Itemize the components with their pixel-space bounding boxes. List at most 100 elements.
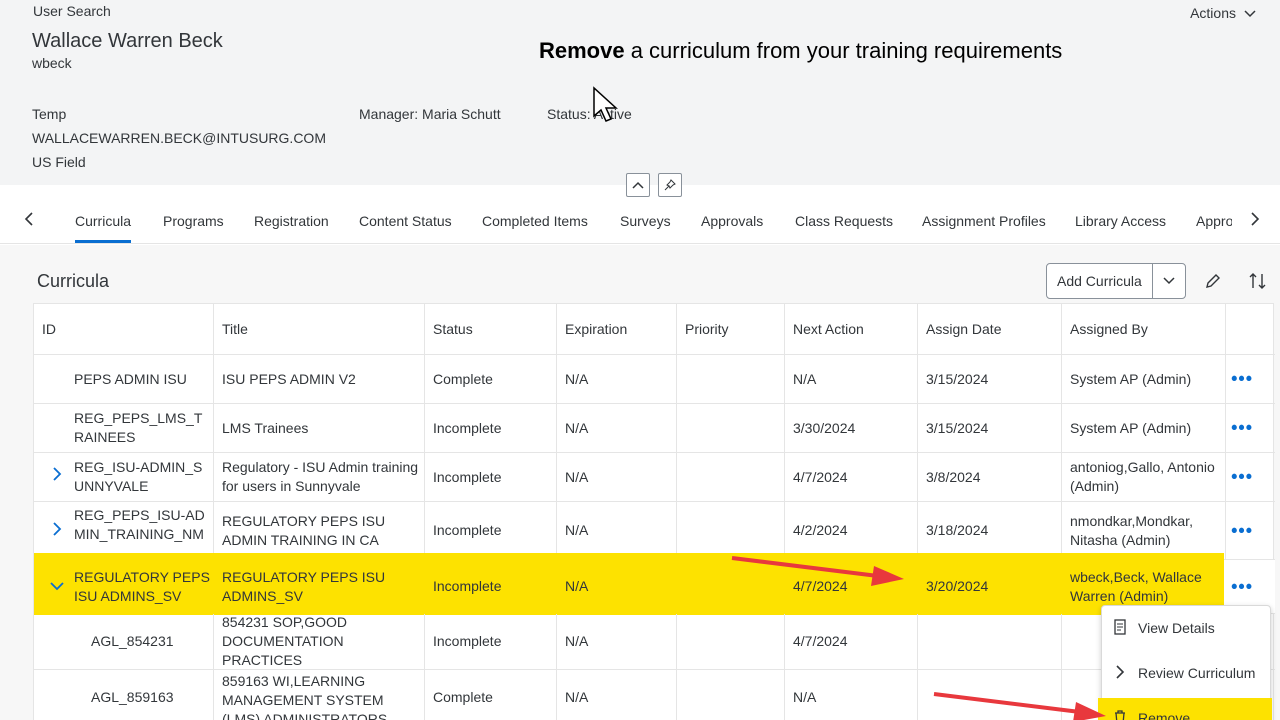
cell-title: REGULATORY PEPS ISU ADMINS_SV bbox=[222, 568, 386, 604]
tab-assignment-profiles[interactable]: Assignment Profiles bbox=[922, 213, 1046, 229]
table-row[interactable]: AGL_854231 854231 SOP,GOOD DOCUMENTATION… bbox=[34, 614, 1275, 670]
tab-scroll-right-icon[interactable] bbox=[1250, 210, 1260, 231]
row-action-menu: View Details Review Curriculum Remove bbox=[1098, 605, 1272, 720]
tab-library-access[interactable]: Library Access bbox=[1075, 213, 1166, 229]
cell-status: Incomplete bbox=[425, 404, 557, 452]
tab-programs[interactable]: Programs bbox=[163, 213, 224, 229]
cell-title: REGULATORY PEPS ISU ADMIN TRAINING IN CA bbox=[214, 502, 425, 559]
cell-expiration: N/A bbox=[557, 453, 677, 501]
menu-item-remove[interactable]: Remove bbox=[1098, 698, 1272, 720]
manager: Manager: Maria Schutt bbox=[359, 106, 501, 122]
cell-id: REGULATORY PEPS ISU ADMINS_SV bbox=[74, 568, 210, 604]
menu-item-view-details[interactable]: View Details bbox=[1102, 608, 1272, 648]
tab-class-requests[interactable]: Class Requests bbox=[795, 213, 893, 229]
row-actions-icon[interactable]: ••• bbox=[1231, 418, 1253, 439]
add-curricula-button[interactable]: Add Curricula bbox=[1047, 264, 1153, 298]
cell-assigned-by: System AP (Admin) bbox=[1062, 404, 1226, 452]
menu-item-label: Review Curriculum bbox=[1138, 665, 1256, 681]
col-status[interactable]: Status bbox=[425, 304, 557, 354]
tab-approvals[interactable]: Approvals bbox=[701, 213, 763, 229]
menu-item-label: Remove bbox=[1138, 710, 1191, 720]
cell-status: Complete bbox=[425, 355, 557, 403]
cell-next-action: 3/30/2024 bbox=[785, 404, 918, 452]
table-row[interactable]: PEPS ADMIN ISU ISU PEPS ADMIN V2 Complet… bbox=[34, 355, 1275, 404]
curricula-table: ID Title Status Expiration Priority Next… bbox=[33, 303, 1275, 720]
annotation-arrow-icon bbox=[933, 692, 1106, 720]
col-assigned-by[interactable]: Assigned By bbox=[1062, 304, 1226, 354]
col-title[interactable]: Title bbox=[214, 304, 425, 354]
cell-status: Incomplete bbox=[425, 614, 557, 669]
cell-expiration: N/A bbox=[557, 614, 677, 669]
cell-assign-date: 3/20/2024 bbox=[926, 578, 989, 594]
cell-priority bbox=[677, 453, 785, 501]
col-expiration[interactable]: Expiration bbox=[557, 304, 677, 354]
user-name: Wallace Warren Beck bbox=[32, 30, 223, 52]
cell-expiration: N/A bbox=[557, 355, 677, 403]
sort-icon[interactable] bbox=[1248, 272, 1268, 295]
col-id[interactable]: ID bbox=[34, 304, 214, 354]
instruction-caption: Remove a curriculum from your training r… bbox=[539, 38, 1062, 64]
cell-priority bbox=[677, 502, 785, 559]
row-actions-icon[interactable]: ••• bbox=[1231, 467, 1253, 488]
mouse-cursor-icon bbox=[592, 86, 620, 124]
row-actions-icon[interactable]: ••• bbox=[1231, 576, 1253, 597]
menu-item-review-curriculum[interactable]: Review Curriculum bbox=[1102, 653, 1272, 693]
table-row[interactable]: REG_ISU-ADMIN_SUNNYVALE Regulatory - ISU… bbox=[34, 453, 1275, 502]
username: wbeck bbox=[32, 55, 72, 71]
cell-status: Incomplete bbox=[433, 578, 502, 594]
actions-label: Actions bbox=[1190, 5, 1236, 21]
tab-registration[interactable]: Registration bbox=[254, 213, 329, 229]
cell-assigned-by: antoniog,Gallo, Antonio (Admin) bbox=[1062, 453, 1226, 501]
tab-approvals-more[interactable]: Appro bbox=[1196, 213, 1232, 229]
cell-id: REG_ISU-ADMIN_SUNNYVALE bbox=[34, 453, 214, 501]
collapse-header-button[interactable] bbox=[626, 173, 650, 197]
chevron-down-icon bbox=[1163, 277, 1175, 285]
pin-header-button[interactable] bbox=[658, 173, 682, 197]
tab-content-status[interactable]: Content Status bbox=[359, 213, 452, 229]
cell-expiration: N/A bbox=[557, 404, 677, 452]
cell-assigned-by: System AP (Admin) bbox=[1062, 355, 1226, 403]
col-next-action[interactable]: Next Action bbox=[785, 304, 918, 354]
tab-curricula[interactable]: Curricula bbox=[75, 213, 132, 243]
region: US Field bbox=[32, 154, 86, 170]
breadcrumb[interactable]: User Search bbox=[33, 3, 111, 19]
chevron-down-icon bbox=[1244, 5, 1256, 21]
col-assign-date[interactable]: Assign Date bbox=[918, 304, 1062, 354]
cell-priority bbox=[677, 404, 785, 452]
table-row-selected[interactable]: REGULATORY PEPS ISU ADMINS_SV REGULATORY… bbox=[34, 553, 1275, 615]
cell-priority bbox=[677, 355, 785, 403]
tab-scroll-left-icon[interactable] bbox=[24, 210, 34, 231]
cell-next-action: 4/7/2024 bbox=[785, 453, 918, 501]
edit-icon[interactable] bbox=[1204, 272, 1222, 295]
cell-expiration: N/A bbox=[557, 670, 677, 720]
cell-id: AGL_854231 bbox=[34, 614, 214, 669]
cell-assign-date: 3/15/2024 bbox=[918, 355, 1062, 403]
section-title: Curricula bbox=[37, 271, 110, 291]
document-icon bbox=[1102, 618, 1138, 638]
tab-bar: Curricula Programs Registration Content … bbox=[0, 198, 1280, 244]
cell-assign-date: 3/15/2024 bbox=[918, 404, 1062, 452]
cell-next-action: N/A bbox=[785, 355, 918, 403]
add-curricula-dropdown[interactable] bbox=[1153, 264, 1185, 298]
cell-id: PEPS ADMIN ISU bbox=[34, 355, 214, 403]
tab-surveys[interactable]: Surveys bbox=[620, 213, 671, 229]
instruction-rest: a curriculum from your training requirem… bbox=[624, 38, 1063, 63]
cell-title: 859163 WI,LEARNING MANAGEMENT SYSTEM (LM… bbox=[214, 670, 425, 720]
cell-next-action: 4/2/2024 bbox=[785, 502, 918, 559]
email: WALLACEWARREN.BECK@INTUSURG.COM bbox=[32, 130, 326, 146]
cell-id: REG_PEPS_LMS_TRAINEES bbox=[34, 404, 214, 452]
tab-completed-items[interactable]: Completed Items bbox=[482, 213, 588, 229]
col-priority[interactable]: Priority bbox=[677, 304, 785, 354]
table-row[interactable]: REG_PEPS_ISU-ADMIN_TRAINING_NM REGULATOR… bbox=[34, 502, 1275, 560]
cell-id: REG_PEPS_ISU-ADMIN_TRAINING_NM bbox=[34, 502, 214, 559]
table-row[interactable]: REG_PEPS_LMS_TRAINEES LMS Trainees Incom… bbox=[34, 404, 1275, 453]
row-actions-icon[interactable]: ••• bbox=[1231, 369, 1253, 390]
cell-priority bbox=[677, 614, 785, 669]
cell-assign-date bbox=[918, 614, 1062, 669]
menu-item-label: View Details bbox=[1138, 620, 1215, 636]
actions-button[interactable]: Actions bbox=[1190, 5, 1256, 21]
employee-type: Temp bbox=[32, 106, 67, 122]
table-header-row: ID Title Status Expiration Priority Next… bbox=[34, 304, 1275, 355]
row-actions-icon[interactable]: ••• bbox=[1231, 520, 1253, 541]
cell-next-action: N/A bbox=[785, 670, 918, 720]
